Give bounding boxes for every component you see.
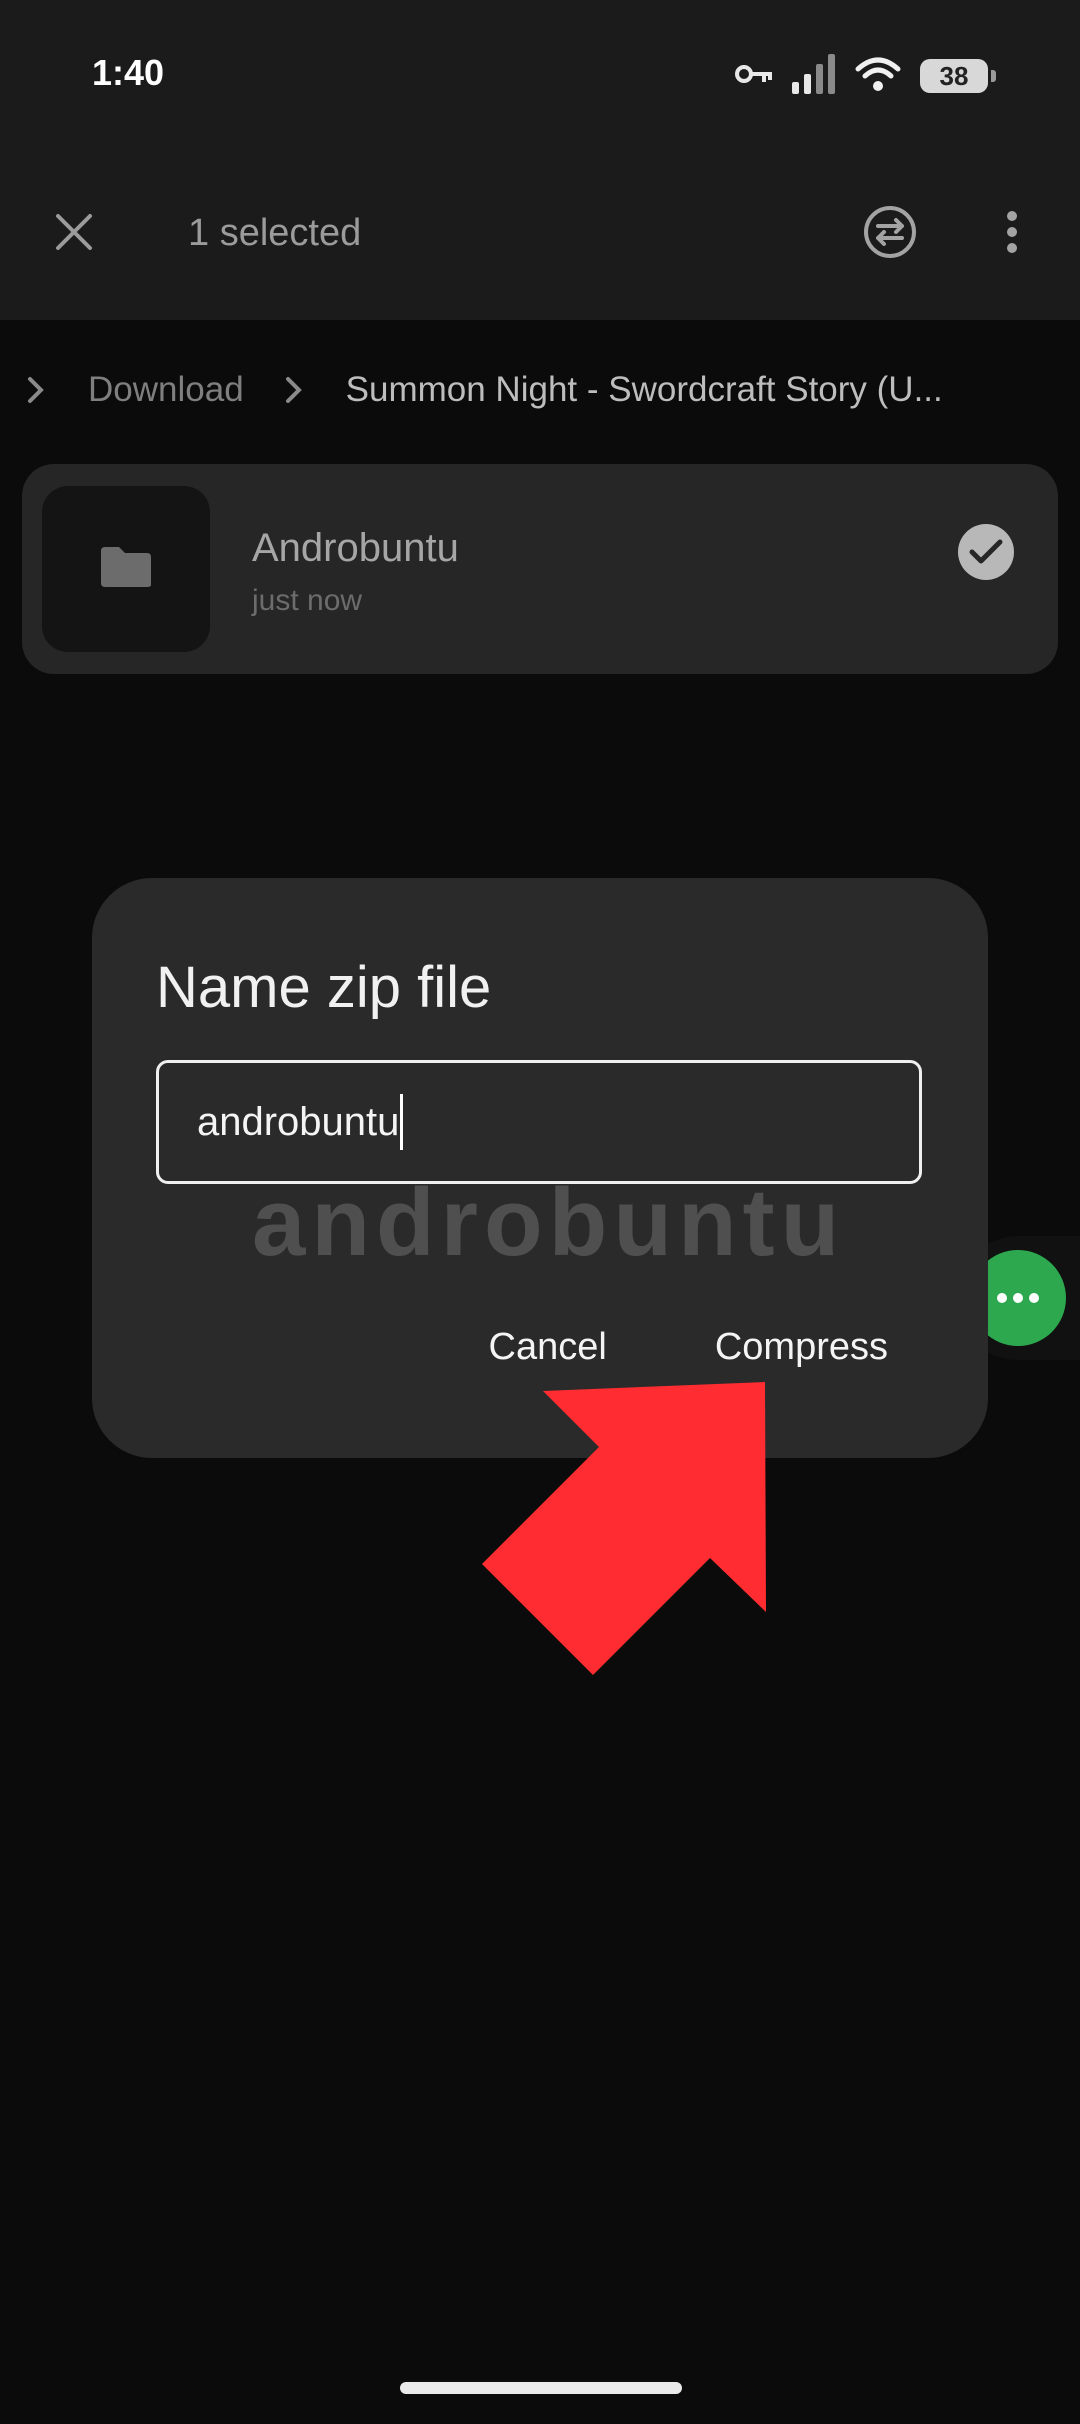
annotation-arrow-icon	[470, 1380, 790, 1685]
sync-button[interactable]	[856, 200, 924, 268]
vpn-key-icon	[734, 62, 774, 91]
file-name: Androbuntu	[252, 526, 459, 570]
more-vert-icon	[1006, 210, 1018, 259]
status-time: 1:40	[92, 52, 165, 93]
selection-toolbar: 1 selected	[0, 150, 1080, 320]
breadcrumb: Download Summon Night - Swordcraft Story…	[0, 355, 1080, 425]
wifi-icon	[854, 55, 902, 98]
watermark-logo: androbuntu	[252, 1169, 846, 1276]
status-bar: 1:40 38	[0, 0, 1080, 150]
folder-icon	[99, 545, 153, 594]
zip-name-input[interactable]: androbuntu	[156, 1060, 922, 1184]
home-indicator[interactable]	[400, 2382, 682, 2394]
check-circle-icon[interactable]	[958, 524, 1014, 580]
close-selection-button[interactable]	[40, 200, 108, 268]
breadcrumb-download[interactable]: Download	[88, 370, 244, 410]
selection-count: 1 selected	[188, 212, 362, 254]
breadcrumb-current-folder[interactable]: Summon Night - Swordcraft Story (U...	[346, 370, 943, 410]
name-zip-dialog: Name zip file androbuntu androbuntu Canc…	[92, 878, 988, 1458]
zip-name-value: androbuntu	[197, 1099, 400, 1144]
cancel-button[interactable]: Cancel	[489, 1326, 607, 1369]
file-thumbnail	[42, 486, 210, 652]
more-options-button[interactable]	[978, 200, 1046, 268]
text-caret	[400, 1094, 404, 1150]
app-screen: 1:40 38 1 selected Download Summon Night…	[0, 0, 1080, 2424]
file-list-item[interactable]: Androbuntu just now	[22, 464, 1058, 674]
dialog-actions: Cancel Compress	[489, 1326, 888, 1369]
cell-signal-icon	[792, 53, 836, 99]
close-icon	[54, 212, 94, 257]
battery-icon: 38	[920, 59, 996, 93]
compress-button[interactable]: Compress	[715, 1326, 888, 1369]
dialog-title: Name zip file	[156, 955, 492, 1020]
sync-icon	[862, 204, 918, 265]
status-icons: 38	[734, 52, 996, 100]
file-modified-time: just now	[252, 584, 363, 617]
battery-level: 38	[939, 60, 969, 91]
chevron-right-icon	[274, 376, 314, 404]
chevron-right-icon	[16, 376, 56, 404]
